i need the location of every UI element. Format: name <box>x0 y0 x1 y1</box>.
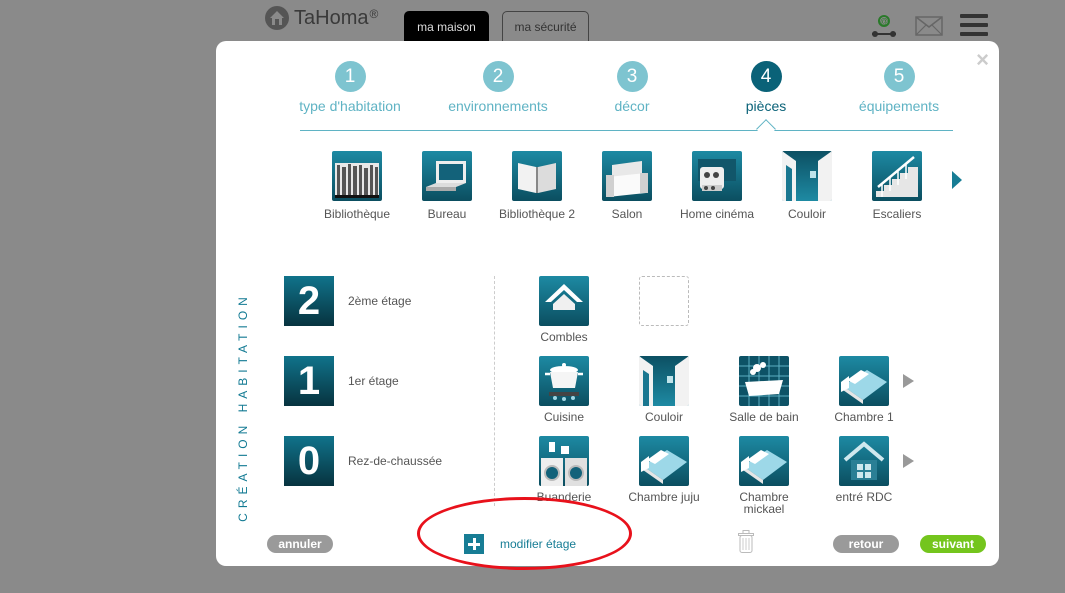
step-equipements[interactable]: 5 équipements <box>829 61 969 114</box>
tahoma-logo[interactable]: TaHoma ® <box>265 6 378 30</box>
step-label: équipements <box>858 98 940 114</box>
svg-text:@: @ <box>880 17 888 26</box>
palette-item-home-cinema[interactable]: Home cinéma <box>672 151 762 221</box>
trash-icon[interactable] <box>738 530 754 553</box>
stairs-icon <box>872 151 922 201</box>
room-label: Chambre 1 <box>834 410 894 424</box>
room-combles[interactable]: Combles <box>514 276 614 343</box>
room-chambre-1[interactable]: Chambre 1 <box>814 356 914 423</box>
room-label: Chambre mickael <box>739 490 789 516</box>
bookshelf-icon <box>332 151 382 201</box>
floor-row-1[interactable]: 1 1er étage <box>284 356 474 406</box>
floor0-next-arrow[interactable] <box>903 454 914 468</box>
side-title: CRÉATION HABITATION <box>236 266 250 548</box>
step-label: pièces <box>745 98 787 114</box>
room-palette: Bibliothèque Bureau Bibliothèque 2 Salon… <box>316 151 976 231</box>
palette-item-bibliotheque[interactable]: Bibliothèque <box>312 151 402 221</box>
palette-next-arrow[interactable] <box>952 171 962 189</box>
empty-room-slot[interactable] <box>639 276 689 326</box>
floor-number-tile: 2 <box>284 276 334 326</box>
step-number: 3 <box>616 61 648 92</box>
close-icon[interactable]: × <box>976 47 989 73</box>
step-number: 2 <box>482 61 514 92</box>
step-number: 1 <box>334 61 366 92</box>
logo-mark: ® <box>369 7 379 21</box>
floor-label: Rez-de-chaussée <box>348 454 443 468</box>
steps-underline <box>300 130 953 131</box>
top-bar: TaHoma ® ma maison ma sécurité @ <box>0 0 1065 45</box>
bed-icon <box>639 436 689 486</box>
floor-row-2[interactable]: 2 2ème étage <box>284 276 474 326</box>
floor-rooms-divider <box>494 276 495 506</box>
palette-item-escaliers[interactable]: Escaliers <box>852 151 942 221</box>
house-logo-icon <box>265 6 289 30</box>
step-environnements[interactable]: 2 environnements <box>428 61 568 114</box>
palette-label: Salon <box>611 207 643 221</box>
cooking-pot-icon <box>539 356 589 406</box>
step-label: décor <box>614 98 650 114</box>
palette-label: Escaliers <box>872 207 922 221</box>
wizard-steps: 1 type d'habitation 2 environnements 3 d… <box>299 61 953 131</box>
room-chambre-mickael[interactable]: Chambre mickael <box>714 436 814 515</box>
palette-label: Couloir <box>787 207 826 221</box>
menu-icon[interactable] <box>960 14 988 36</box>
step-decor[interactable]: 3 décor <box>562 61 702 114</box>
open-book-icon <box>512 151 562 201</box>
floor-label: 1er étage <box>348 374 399 388</box>
attic-icon <box>539 276 589 326</box>
side-title-text: CRÉATION HABITATION <box>236 292 250 522</box>
palette-item-bibliotheque-2[interactable]: Bibliothèque 2 <box>492 151 582 221</box>
step-type-habitation[interactable]: 1 type d'habitation <box>280 61 420 114</box>
palette-label: Bibliothèque 2 <box>498 207 576 221</box>
room-buanderie[interactable]: Buanderie <box>514 436 614 503</box>
floor-number-tile: 1 <box>284 356 334 406</box>
room-couloir[interactable]: Couloir <box>614 356 714 423</box>
room-cuisine[interactable]: Cuisine <box>514 356 614 423</box>
palette-item-couloir[interactable]: Couloir <box>762 151 852 221</box>
palette-label: Bureau <box>427 207 467 221</box>
palette-label: Bibliothèque <box>323 207 391 221</box>
room-label: Salle de bain <box>729 410 799 424</box>
room-label: Combles <box>540 330 588 344</box>
projector-icon <box>692 151 742 201</box>
bed-icon <box>739 436 789 486</box>
floor1-next-arrow[interactable] <box>903 374 914 388</box>
room-label: Cuisine <box>543 410 585 424</box>
retour-button[interactable]: retour <box>833 535 899 553</box>
step-number: 4 <box>750 61 782 92</box>
tab-ma-securite[interactable]: ma sécurité <box>502 11 589 42</box>
tab-ma-maison[interactable]: ma maison <box>404 11 489 42</box>
suivant-button[interactable]: suivant <box>920 535 986 553</box>
room-label: entré RDC <box>835 490 893 504</box>
floor-number-tile: 0 <box>284 436 334 486</box>
mail-icon[interactable] <box>915 16 943 36</box>
doorway-icon <box>782 151 832 201</box>
doorway-icon <box>639 356 689 406</box>
floor-label: 2ème étage <box>348 294 412 308</box>
highlight-annotation <box>417 497 632 570</box>
washing-machine-icon <box>539 436 589 486</box>
bathtub-icon <box>739 356 789 406</box>
bed-icon <box>839 356 889 406</box>
step-number: 5 <box>883 61 915 92</box>
floor-row-0[interactable]: 0 Rez-de-chaussée <box>284 436 474 486</box>
contact-icon[interactable]: @ <box>870 14 898 38</box>
step-label: type d'habitation <box>299 98 401 114</box>
palette-label: Home cinéma <box>679 207 755 221</box>
room-salle-de-bain[interactable]: Salle de bain <box>714 356 814 423</box>
room-label: Couloir <box>644 410 683 424</box>
room-entre-rdc[interactable]: entré RDC <box>814 436 914 503</box>
palette-item-salon[interactable]: Salon <box>582 151 672 221</box>
palette-item-bureau[interactable]: Bureau <box>402 151 492 221</box>
house-icon <box>839 436 889 486</box>
armchair-icon <box>602 151 652 201</box>
step-pieces[interactable]: 4 pièces <box>696 61 836 114</box>
room-label: Chambre juju <box>628 490 700 504</box>
room-chambre-juju[interactable]: Chambre juju <box>614 436 714 503</box>
logo-text: TaHoma <box>294 6 369 29</box>
house-configuration-dialog: × 1 type d'habitation 2 environnements 3… <box>216 41 999 566</box>
laptop-icon <box>422 151 472 201</box>
step-label: environnements <box>448 98 548 114</box>
annuler-button[interactable]: annuler <box>267 535 333 553</box>
